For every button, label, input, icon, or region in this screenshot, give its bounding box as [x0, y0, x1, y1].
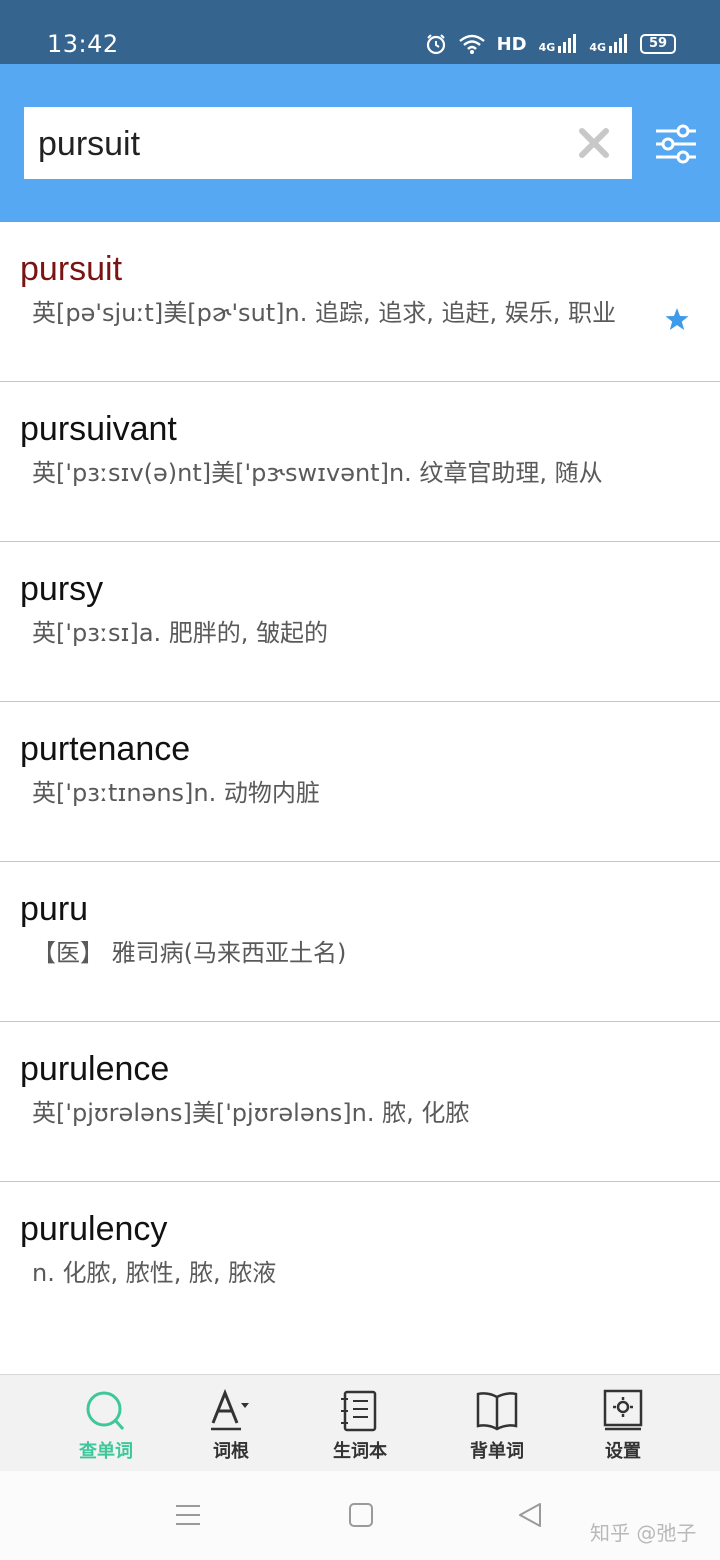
- definition: 英['pɜːtɪnəns]n. 动物内脏: [32, 779, 320, 807]
- status-icons: HD 4G 4G 59: [425, 30, 676, 58]
- close-icon[interactable]: [578, 127, 610, 159]
- back-icon[interactable]: [516, 1501, 544, 1529]
- list-item[interactable]: pursuit 英[pə'sjuːt]美[pɚ'sut]n. 追踪, 追求, 追…: [0, 222, 720, 382]
- definition: 【医】 雅司病(马来西亚土名): [32, 939, 347, 967]
- nav-label: 词根: [213, 1441, 249, 1462]
- search-input[interactable]: [36, 107, 570, 181]
- definition: 英['pɜːsɪ]a. 肥胖的, 皱起的: [32, 619, 329, 647]
- search-icon: [86, 1391, 125, 1430]
- home-icon[interactable]: [347, 1501, 375, 1529]
- nav-label: 查单词: [79, 1441, 133, 1462]
- nav-search-word[interactable]: 查单词: [56, 1389, 156, 1469]
- nav-label: 生词本: [333, 1441, 387, 1462]
- wifi-icon: [458, 34, 485, 54]
- search-box: [24, 107, 632, 181]
- definition: 英[pə'sjuːt]美[pɚ'sut]n. 追踪, 追求, 追赶, 娱乐, 职…: [32, 299, 617, 327]
- nav-vocab-book[interactable]: 生词本: [310, 1389, 410, 1469]
- notebook-icon: [341, 1390, 377, 1432]
- status-bar: 13:42 HD 4G 4G 59: [0, 0, 720, 64]
- list-item[interactable]: purtenance 英['pɜːtɪnəns]n. 动物内脏: [0, 702, 720, 862]
- word: purtenance: [20, 730, 191, 768]
- nav-label: 背单词: [470, 1441, 524, 1462]
- list-item[interactable]: purulency n. 化脓, 脓性, 脓, 脓液: [0, 1182, 720, 1341]
- word: purulency: [20, 1210, 168, 1248]
- definition: n. 化脓, 脓性, 脓, 脓液: [32, 1259, 277, 1287]
- word: puru: [20, 890, 89, 928]
- status-time: 13:42: [47, 30, 119, 58]
- battery-icon: 59: [640, 34, 676, 54]
- nav-memorize[interactable]: 背单词: [447, 1389, 547, 1469]
- result-list: pursuit 英[pə'sjuːt]美[pɚ'sut]n. 追踪, 追求, 追…: [0, 222, 720, 1341]
- book-icon: [476, 1392, 518, 1431]
- word: pursuivant: [20, 410, 177, 448]
- settings-icon: [603, 1389, 643, 1431]
- signal-2-label: 4G: [589, 41, 606, 54]
- font-icon: [211, 1389, 249, 1431]
- watermark: 知乎 @弛子: [590, 1521, 697, 1545]
- nav-word-root[interactable]: 词根: [181, 1389, 281, 1469]
- menu-icon[interactable]: [174, 1501, 202, 1529]
- signal-icon: 4G: [589, 34, 628, 54]
- word: purulence: [20, 1050, 170, 1088]
- system-nav-bar: [0, 1471, 720, 1560]
- signal-1-label: 4G: [538, 41, 556, 54]
- network-label: HD: [496, 33, 527, 55]
- signal-icon: 4G: [539, 34, 578, 54]
- list-item[interactable]: pursuivant 英['pɜːsɪv(ə)nt]美['pɝswɪvənt]n…: [0, 382, 720, 542]
- definition: 英['pjʊrələns]美['pjʊrələns]n. 脓, 化脓: [32, 1099, 470, 1127]
- list-item[interactable]: pursy 英['pɜːsɪ]a. 肥胖的, 皱起的: [0, 542, 720, 702]
- word: pursuit: [20, 250, 123, 288]
- definition: 英['pɜːsɪv(ə)nt]美['pɝswɪvənt]n. 纹章官助理, 随从: [32, 459, 603, 487]
- bottom-nav: 查单词 词根 生词本 背单词 设置: [0, 1374, 720, 1472]
- list-item[interactable]: purulence 英['pjʊrələns]美['pjʊrələns]n. 脓…: [0, 1022, 720, 1182]
- app-header: [0, 64, 720, 222]
- nav-settings[interactable]: 设置: [573, 1389, 673, 1469]
- alarm-icon: [426, 34, 445, 55]
- filter-icon[interactable]: [654, 124, 698, 164]
- word: pursy: [20, 570, 104, 608]
- star-icon[interactable]: [664, 306, 690, 332]
- list-item[interactable]: puru 【医】 雅司病(马来西亚土名): [0, 862, 720, 1022]
- nav-label: 设置: [605, 1441, 641, 1462]
